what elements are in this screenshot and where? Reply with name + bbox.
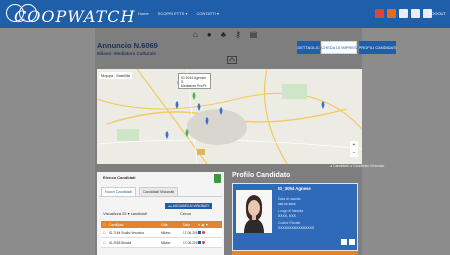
social-links <box>375 9 432 18</box>
row-checkbox[interactable]: ☐ <box>101 231 109 235</box>
announcement-subtitle: Milano: Mediatore Culturale <box>97 51 157 56</box>
map-zoom-control[interactable]: + − <box>350 141 358 157</box>
col-actions-icons: ✎ ▣ ⚑ <box>198 222 209 227</box>
select-all-checkbox[interactable]: ☐ <box>101 223 109 227</box>
row-actions <box>198 230 222 235</box>
birth-date-label: Data di nascita <box>278 197 301 201</box>
chat-icon[interactable]: ● <box>207 30 212 40</box>
map-tab-mappa[interactable]: Mappa <box>99 72 116 79</box>
key-icon[interactable]: ⚷ <box>235 30 241 40</box>
facebook-icon[interactable] <box>399 9 408 18</box>
candidate-photo-image <box>236 190 272 233</box>
map-legend: ● Candidato ● Candidato Visionato <box>330 164 385 168</box>
candidate-name: ID_3054 Agnese <box>278 186 311 191</box>
row-date: 17-06-2019 <box>183 240 198 245</box>
announcement-title: Annuncio N.6069 <box>97 41 158 50</box>
page-size-select[interactable]: Visualizza 25 ▾ candidati <box>103 211 147 216</box>
add-visionati-button[interactable]: ◂ ▸ AGGIUNGI AI VISIONATI <box>165 203 212 209</box>
birth-date-value: xxx-xx-xxxx <box>278 202 296 206</box>
row-actions <box>198 240 222 245</box>
share-icon[interactable] <box>227 56 237 64</box>
profili-candidati-button[interactable]: PROFILI CANDIDATI <box>359 41 396 54</box>
toolbar-icons: ⌂ ● ♣ ⚷ ▤ <box>193 30 257 40</box>
download-icon[interactable] <box>349 239 355 245</box>
map-tab-satellite[interactable]: Satellite <box>114 72 133 79</box>
logout-link[interactable]: LOGOUT <box>429 11 446 16</box>
profile-section-title: Profilo Candidato <box>232 172 291 179</box>
col-candidato[interactable]: Candidato <box>109 223 161 227</box>
zoom-in-button[interactable]: + <box>350 141 358 149</box>
tabs-divider <box>99 196 222 197</box>
col-citta[interactable]: Città <box>161 223 183 227</box>
home-icon[interactable]: ⌂ <box>193 30 198 40</box>
view-icon[interactable] <box>198 240 201 244</box>
print-icon[interactable] <box>341 239 347 245</box>
row-city: Milano <box>161 240 171 245</box>
group-icon[interactable]: ♣ <box>221 30 226 40</box>
birth-place-value: XXXX, XXX <box>278 214 296 218</box>
logo-text: COOPWATCH <box>14 7 136 26</box>
row-candidate[interactable]: ID-2058 Beraldi <box>109 241 161 245</box>
document-icon[interactable]: ▤ <box>250 30 258 40</box>
row-checkbox[interactable]: ☐ <box>101 241 109 245</box>
map-markers <box>165 79 325 139</box>
profile-actions <box>341 239 355 245</box>
scheda-impresa-button[interactable]: SCHEDA DI IMPRESA <box>319 41 359 54</box>
profile-footer-strip <box>232 251 358 255</box>
map-popup: ID-2044 Agenzie S. Mediatore Pro/Pr <box>178 73 211 89</box>
row-candidate[interactable]: ID-7164 Scalisi Veronica <box>109 231 161 235</box>
nav-contatti[interactable]: CONTATTI ▾ <box>196 11 219 16</box>
row-date: 17-06-2019 <box>183 230 198 235</box>
table-row[interactable]: ☐ ID-2058 Beraldi Milano 17-06-2019 <box>101 238 222 248</box>
map-popup-line1: ID-2044 Agenzie S. <box>181 76 207 84</box>
zoom-out-button[interactable]: − <box>350 149 358 157</box>
search-label: Cerca <box>180 211 191 216</box>
main-nav: Home SCOPRI ETTS ▾ CONTATTI ▾ <box>138 11 219 16</box>
fiscal-code-label: Codice Fiscale <box>278 221 301 225</box>
table-row[interactable]: ☐ ID-7164 Scalisi Veronica Milano 17-06-… <box>101 228 222 238</box>
orange-square-icon[interactable] <box>387 9 396 18</box>
table-header: ☐ Candidato Città Data ✎ ▣ ⚑ <box>101 221 222 228</box>
nav-home[interactable]: Home <box>138 11 149 16</box>
red-square-icon[interactable] <box>375 9 384 18</box>
view-icon[interactable] <box>198 230 201 234</box>
linkedin-icon[interactable] <box>411 9 420 18</box>
map-view[interactable] <box>97 69 362 164</box>
status-dot-icon <box>202 240 205 244</box>
candidate-photo <box>236 190 272 233</box>
map-popup-line2: Mediatore Pro/Pr <box>181 84 207 88</box>
dettaglio-button[interactable]: DETTAGLIO <box>297 41 320 54</box>
coopwatch-logo[interactable]: COOPWATCH <box>6 3 134 26</box>
excel-export-icon[interactable] <box>214 174 221 183</box>
candidates-panel-title: Elenco Candidati <box>103 175 136 180</box>
status-dot-icon <box>202 230 205 234</box>
col-data[interactable]: Data <box>183 223 198 227</box>
birth-place-label: Luogo di Nascita <box>278 209 304 213</box>
row-city: Milano <box>161 230 171 235</box>
nav-scopri[interactable]: SCOPRI ETTS ▾ <box>158 11 188 16</box>
fiscal-code-value: XXXXXXXXXXXXXXXX <box>278 226 315 230</box>
